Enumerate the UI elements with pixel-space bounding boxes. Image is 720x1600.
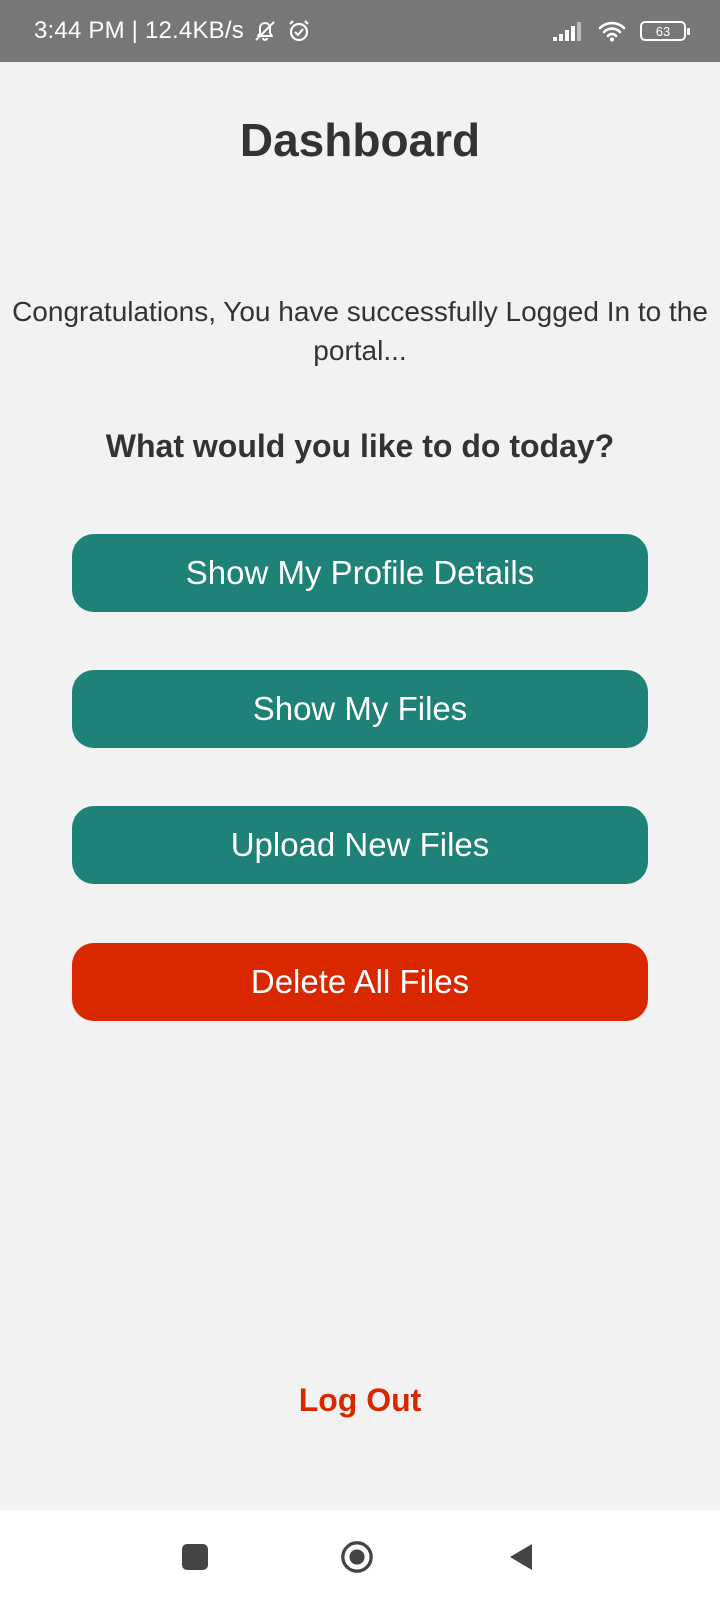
status-bar: 3:44 PM | 12.4KB/s 63 <box>0 0 720 62</box>
show-profile-details-button[interactable]: Show My Profile Details <box>72 534 648 612</box>
navigation-bar <box>0 1510 720 1600</box>
prompt-question: What would you like to do today? <box>105 428 615 464</box>
alarm-icon <box>286 18 312 44</box>
battery-icon: 63 <box>640 21 690 41</box>
back-icon[interactable] <box>505 1540 539 1574</box>
status-right: 63 <box>552 20 690 42</box>
mute-notification-icon <box>252 18 278 44</box>
success-message: Congratulations, You have successfully L… <box>12 296 708 366</box>
signal-icon <box>552 20 584 42</box>
page-title: Dashboard <box>239 114 481 166</box>
show-my-files-button[interactable]: Show My Files <box>72 670 648 748</box>
recent-apps-icon[interactable] <box>178 1540 212 1574</box>
delete-all-files-button[interactable]: Delete All Files <box>72 943 648 1021</box>
logout-link[interactable]: Log Out <box>0 1382 720 1419</box>
upload-new-files-button[interactable]: Upload New Files <box>72 806 648 884</box>
home-icon[interactable] <box>340 1540 374 1574</box>
battery-level: 63 <box>655 23 671 39</box>
status-time-speed: 3:44 PM | 12.4KB/s <box>34 17 244 44</box>
status-left: 3:44 PM | 12.4KB/s <box>34 17 312 45</box>
wifi-icon <box>598 20 626 42</box>
